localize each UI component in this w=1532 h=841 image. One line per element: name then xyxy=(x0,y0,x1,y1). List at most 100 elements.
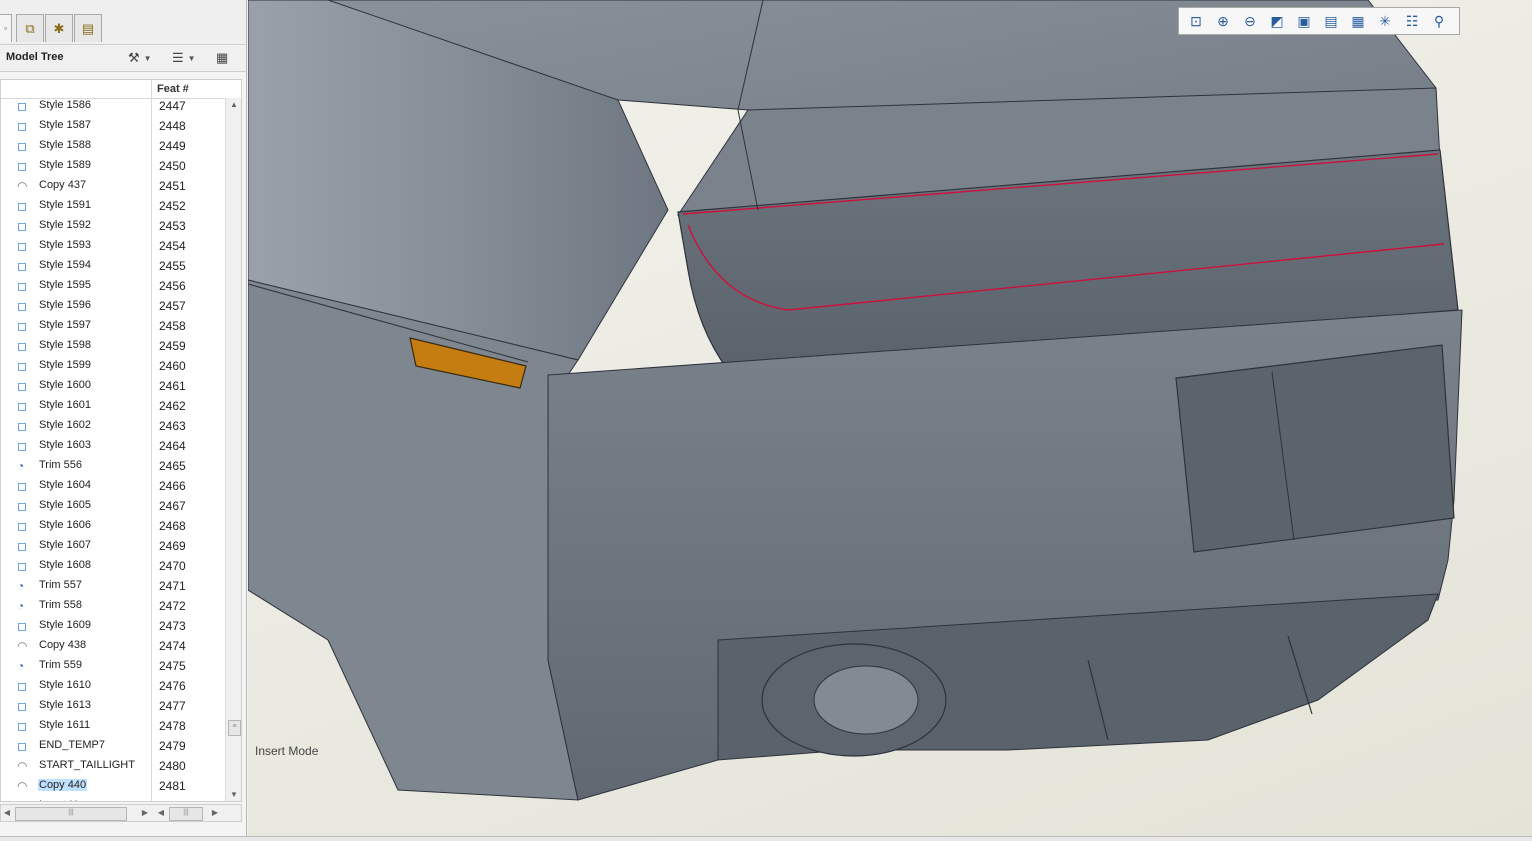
tree-row[interactable]: ◻ Style 1601 2462 xyxy=(1,396,225,416)
tree-row-name[interactable]: Copy 438 xyxy=(38,639,87,651)
tree-row[interactable]: ◻ Style 1605 2467 xyxy=(1,496,225,516)
layers-icon[interactable]: ▦ xyxy=(1345,10,1371,32)
tree-row[interactable]: ◔ Trim 558 2472 xyxy=(1,596,225,616)
tree-row[interactable]: ◠ Copy 437 2451 xyxy=(1,176,225,196)
tree-row[interactable]: ◔ Trim 557 2471 xyxy=(1,576,225,596)
tree-row[interactable]: ◻ Style 1593 2454 xyxy=(1,236,225,256)
feat-number-column-header[interactable]: Feat # xyxy=(157,83,189,95)
tree-row-name[interactable]: Style 1605 xyxy=(38,499,92,511)
scroll-left-arrow-icon[interactable]: ◀ xyxy=(1,806,13,820)
tree-row-name[interactable]: Style 1608 xyxy=(38,559,92,571)
display-style-icon[interactable]: ▣ xyxy=(1291,10,1317,32)
tree-row[interactable]: ◻ END_TEMP7 2479 xyxy=(1,736,225,756)
tree-row[interactable]: ◻ Style 1597 2458 xyxy=(1,316,225,336)
car-rear-model[interactable] xyxy=(248,0,1532,836)
tree-row-name[interactable]: Style 1597 xyxy=(38,319,92,331)
tree-row-name[interactable]: Trim 557 xyxy=(38,579,83,591)
tree-row-name[interactable]: Trim 556 xyxy=(38,459,83,471)
scroll-down-arrow-icon[interactable]: ▼ xyxy=(226,788,241,801)
tree-row-name[interactable]: Copy 437 xyxy=(38,179,87,191)
panel-collapse-tab[interactable]: ▫ xyxy=(0,14,12,42)
tree-row[interactable]: ◠ START_TAILLIGHT 2480 xyxy=(1,756,225,776)
horizontal-scrollbars[interactable]: ◀ ||| ▶ ◀ ||| ▶ xyxy=(0,804,242,822)
tree-row-name[interactable]: Style 1587 xyxy=(38,119,92,131)
tree-row-name[interactable]: Style 1603 xyxy=(38,439,92,451)
tree-row[interactable]: ◻ Style 1591 2452 xyxy=(1,196,225,216)
scroll-left-arrow-icon[interactable]: ◀ xyxy=(155,806,167,820)
tree-row-name[interactable]: Style 1600 xyxy=(38,379,92,391)
saved-views-icon[interactable]: ▤ xyxy=(1318,10,1344,32)
scroll-right-arrow-icon[interactable]: ▶ xyxy=(209,806,221,820)
tree-row[interactable]: ◻ Style 1603 2464 xyxy=(1,436,225,456)
tree-row[interactable]: ◻ Style 1596 2457 xyxy=(1,296,225,316)
tree-row[interactable]: ◻ Style 1608 2470 xyxy=(1,556,225,576)
tree-row[interactable]: ◻ Style 1602 2463 xyxy=(1,416,225,436)
tree-row[interactable]: ◻ Style 1586 2447 xyxy=(1,96,225,116)
tree-row-name[interactable]: Style 1586 xyxy=(38,99,92,111)
tree-row-name[interactable]: Style 1607 xyxy=(38,539,92,551)
tree-row[interactable]: ◻ Style 1587 2448 xyxy=(1,116,225,136)
tree-row-name[interactable]: Copy 440 xyxy=(38,779,88,791)
tree-row-name[interactable]: Style 1596 xyxy=(38,299,92,311)
tree-row[interactable]: ◻ Style 1610 2476 xyxy=(1,676,225,696)
tree-row-name[interactable]: Trim 559 xyxy=(38,659,83,671)
name-column-hscroll-thumb[interactable]: ||| xyxy=(15,807,127,821)
tree-row[interactable]: ➔ Insert Here xyxy=(1,796,225,801)
scroll-thumb[interactable]: ≡ xyxy=(228,720,241,736)
tree-row[interactable]: ◻ Style 1599 2460 xyxy=(1,356,225,376)
tree-row[interactable]: ◻ Style 1594 2455 xyxy=(1,256,225,276)
scroll-right-arrow-icon[interactable]: ▶ xyxy=(139,806,151,820)
tree-row-name[interactable]: Style 1589 xyxy=(38,159,92,171)
repaint-icon[interactable]: ◩ xyxy=(1264,10,1290,32)
zoom-out-icon[interactable]: ⊖ xyxy=(1237,10,1263,32)
tree-row[interactable]: ◻ Style 1595 2456 xyxy=(1,276,225,296)
tree-row[interactable]: ◔ Trim 559 2475 xyxy=(1,656,225,676)
datum-display-icon[interactable]: ✳ xyxy=(1372,10,1398,32)
tree-row-name[interactable]: Style 1604 xyxy=(38,479,92,491)
tree-row-name[interactable]: Style 1591 xyxy=(38,199,92,211)
zoom-in-icon[interactable]: ⊕ xyxy=(1210,10,1236,32)
tree-row-name[interactable]: Style 1610 xyxy=(38,679,92,691)
favorites-tab[interactable]: ▤ xyxy=(74,14,102,42)
tree-row-name[interactable]: Style 1594 xyxy=(38,259,92,271)
folder-browser-tab[interactable]: ✱ xyxy=(45,14,73,42)
tree-row[interactable]: ◻ Style 1606 2468 xyxy=(1,516,225,536)
tree-row[interactable]: ◠ Copy 438 2474 xyxy=(1,636,225,656)
tree-row-name[interactable]: Style 1588 xyxy=(38,139,92,151)
tree-row[interactable]: ◻ Style 1604 2466 xyxy=(1,476,225,496)
tree-row[interactable]: ◻ Style 1609 2473 xyxy=(1,616,225,636)
tree-row[interactable]: ◻ Style 1611 2478 xyxy=(1,716,225,736)
tree-row[interactable]: ◻ Style 1588 2449 xyxy=(1,136,225,156)
tree-row-name[interactable]: START_TAILLIGHT xyxy=(38,759,136,771)
tree-row[interactable]: ◻ Style 1600 2461 xyxy=(1,376,225,396)
settings-tools-icon[interactable]: ⚒ ▼ xyxy=(128,48,152,68)
tree-row-name[interactable]: Style 1613 xyxy=(38,699,92,711)
show-options-icon[interactable]: ☰ ▼ xyxy=(172,48,196,68)
tree-row[interactable]: ◻ Style 1607 2469 xyxy=(1,536,225,556)
tree-row-name[interactable]: Style 1595 xyxy=(38,279,92,291)
refit-icon[interactable]: ⊡ xyxy=(1183,10,1209,32)
tree-row-name[interactable]: Style 1598 xyxy=(38,339,92,351)
filter-icon[interactable]: ▦ xyxy=(216,48,228,68)
tree-row-name[interactable]: Style 1609 xyxy=(38,619,92,631)
tree-row[interactable]: ◻ Style 1592 2453 xyxy=(1,216,225,236)
tree-row-name[interactable]: Style 1599 xyxy=(38,359,92,371)
tree-row[interactable]: ◻ Style 1598 2459 xyxy=(1,336,225,356)
tree-row-name[interactable]: Style 1606 xyxy=(38,519,92,531)
vertical-scrollbar[interactable]: ▲ ≡ ▼ xyxy=(225,98,241,801)
tree-row-name[interactable]: Style 1602 xyxy=(38,419,92,431)
tree-row-name[interactable]: Insert Here xyxy=(38,799,94,801)
tree-row[interactable]: ◔ Trim 556 2465 xyxy=(1,456,225,476)
scroll-up-arrow-icon[interactable]: ▲ xyxy=(226,98,241,112)
annotation-display-icon[interactable]: ☷ xyxy=(1399,10,1425,32)
spin-center-icon[interactable]: ⚲ xyxy=(1426,10,1452,32)
feat-column-hscroll-thumb[interactable]: ||| xyxy=(169,807,203,821)
tree-row-name[interactable]: Style 1611 xyxy=(38,719,91,731)
model-tree-tab[interactable]: ⧉ xyxy=(16,14,44,42)
tree-row-name[interactable]: Style 1592 xyxy=(38,219,92,231)
tree-row[interactable]: ◻ Style 1589 2450 xyxy=(1,156,225,176)
tree-row-name[interactable]: END_TEMP7 xyxy=(38,739,106,751)
tree-row-name[interactable]: Style 1593 xyxy=(38,239,92,251)
tree-row[interactable]: ◻ Style 1613 2477 xyxy=(1,696,225,716)
tree-row-name[interactable]: Trim 558 xyxy=(38,599,83,611)
